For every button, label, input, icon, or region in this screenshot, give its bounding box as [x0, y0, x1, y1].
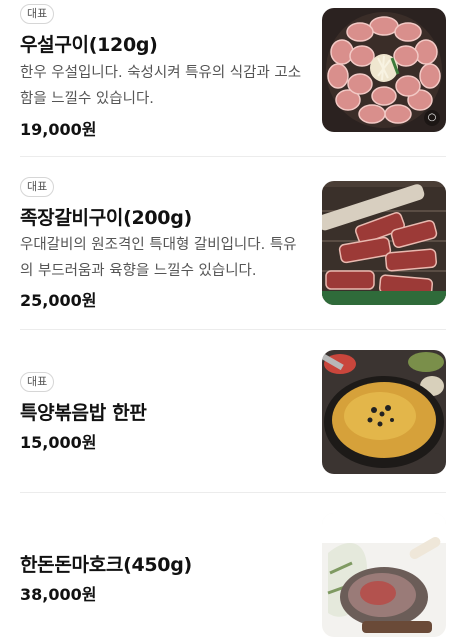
menu-item-description: 우대갈비의 원조격인 특대형 갈비입니다. 특유의 부드러움과 육향을 느낄수 …: [20, 237, 297, 279]
fried-rice-photo-icon: [322, 350, 446, 474]
signature-badge: 대표: [20, 4, 55, 24]
menu-item-image[interactable]: [322, 181, 446, 305]
signature-badge: 대표: [20, 372, 55, 392]
menu-item[interactable]: 대표 족장갈비구이(200g) 우대갈비의 원조격인 특대형 갈비입니다. 특유…: [0, 157, 466, 329]
menu-item-name: 특양볶음밥 한판: [20, 402, 147, 424]
menu-item-image[interactable]: ○: [322, 8, 446, 132]
menu-item[interactable]: 한돈돈마호크(450g) 38,000원: [0, 493, 466, 644]
menu-item-name: 한돈돈마호크(450g): [20, 554, 192, 576]
menu-item-price: 19,000원: [20, 120, 97, 139]
menu-item-price: 25,000원: [20, 291, 97, 310]
menu-item-price: 38,000원: [20, 585, 97, 604]
menu-item-description: 한우 우설입니다. 숙성시켜 특유의 식감과 고소함을 느낄수 있습니다.: [20, 65, 302, 107]
menu-item-name: 우설구이(120g): [20, 34, 158, 56]
menu-item[interactable]: 대표 우설구이(120g) 한우 우설입니다. 숙성시켜 특유의 식감과 고소함…: [0, 0, 466, 156]
menu-item[interactable]: 대표 특양볶음밥 한판 15,000원: [0, 330, 466, 492]
menu-item-image[interactable]: [322, 350, 446, 474]
signature-badge: 대표: [20, 177, 55, 197]
menu-list: 대표 우설구이(120g) 한우 우설입니다. 숙성시켜 특유의 식감과 고소함…: [0, 0, 466, 644]
galbi-photo-icon: [322, 181, 446, 305]
menu-item-name: 족장갈비구이(200g): [20, 207, 192, 229]
menu-item-price: 15,000원: [20, 433, 97, 452]
zoom-icon[interactable]: ○: [424, 110, 440, 126]
menu-item-image[interactable]: [322, 513, 446, 637]
tomahawk-photo-icon: [322, 513, 446, 637]
